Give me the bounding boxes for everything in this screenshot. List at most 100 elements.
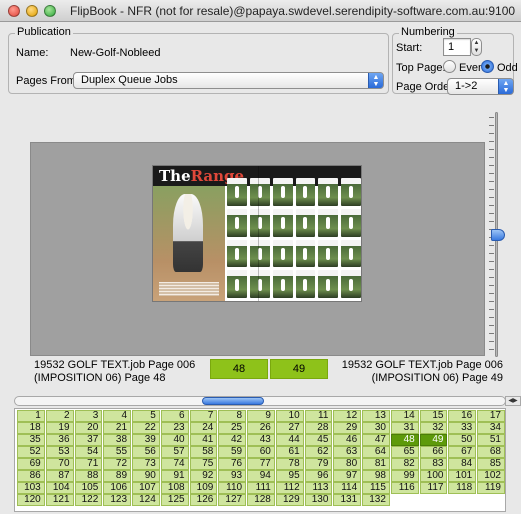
page-cell-132[interactable]: 132: [362, 494, 390, 506]
page-cell-69[interactable]: 69: [17, 458, 45, 470]
page-cell-27[interactable]: 27: [275, 422, 304, 434]
page-cell-41[interactable]: 41: [189, 434, 218, 446]
page-cell-59[interactable]: 59: [218, 446, 247, 458]
page-cell-90[interactable]: 90: [132, 470, 160, 482]
page-cell-17[interactable]: 17: [477, 410, 505, 422]
page-cell-40[interactable]: 40: [160, 434, 189, 446]
page-cell-29[interactable]: 29: [333, 422, 362, 434]
page-cell-7[interactable]: 7: [189, 410, 218, 422]
page-cell-19[interactable]: 19: [45, 422, 74, 434]
page-cell-15[interactable]: 15: [419, 410, 448, 422]
page-cell-45[interactable]: 45: [304, 434, 333, 446]
page-cell-62[interactable]: 62: [304, 446, 333, 458]
page-cell-53[interactable]: 53: [45, 446, 74, 458]
page-cell-66[interactable]: 66: [419, 446, 448, 458]
page-cell-95[interactable]: 95: [275, 470, 304, 482]
page-cell-106[interactable]: 106: [103, 482, 132, 494]
page-cell-52[interactable]: 52: [17, 446, 45, 458]
page-order-select[interactable]: 1->2 ▲ ▼: [447, 78, 514, 95]
page-cell-82[interactable]: 82: [390, 458, 419, 470]
page-cell-24[interactable]: 24: [189, 422, 218, 434]
zoom-window-button[interactable]: [44, 5, 56, 17]
page-cell-77[interactable]: 77: [247, 458, 275, 470]
page-cell-122[interactable]: 122: [74, 494, 103, 506]
page-cell-26[interactable]: 26: [247, 422, 275, 434]
page-cell-123[interactable]: 123: [103, 494, 132, 506]
page-cell-128[interactable]: 128: [247, 494, 275, 506]
page-cell-76[interactable]: 76: [218, 458, 247, 470]
page-cell-70[interactable]: 70: [45, 458, 74, 470]
page-cell-105[interactable]: 105: [74, 482, 103, 494]
page-cell-131[interactable]: 131: [333, 494, 362, 506]
page-cell-4[interactable]: 4: [103, 410, 132, 422]
horizontal-scrollbar[interactable]: [14, 396, 506, 406]
page-cell-33[interactable]: 33: [448, 422, 477, 434]
page-cell-74[interactable]: 74: [160, 458, 189, 470]
page-cell-47[interactable]: 47: [362, 434, 390, 446]
page-cell-5[interactable]: 5: [132, 410, 160, 422]
page-cell-96[interactable]: 96: [304, 470, 333, 482]
page-cell-57[interactable]: 57: [160, 446, 189, 458]
start-stepper[interactable]: ▲ ▼: [471, 38, 482, 56]
page-cell-64[interactable]: 64: [362, 446, 390, 458]
page-cell-25[interactable]: 25: [218, 422, 247, 434]
page-cell-78[interactable]: 78: [275, 458, 304, 470]
page-cell-101[interactable]: 101: [448, 470, 477, 482]
page-cell-120[interactable]: 120: [17, 494, 45, 506]
page-cell-10[interactable]: 10: [275, 410, 304, 422]
page-cell-84[interactable]: 84: [448, 458, 477, 470]
page-cell-2[interactable]: 2: [45, 410, 74, 422]
page-cell-79[interactable]: 79: [304, 458, 333, 470]
page-cell-121[interactable]: 121: [45, 494, 74, 506]
odd-radio[interactable]: [481, 60, 494, 73]
page-cell-107[interactable]: 107: [132, 482, 160, 494]
page-cell-35[interactable]: 35: [17, 434, 45, 446]
page-cell-113[interactable]: 113: [304, 482, 333, 494]
spread-thumbnail[interactable]: TheRange: [152, 165, 362, 302]
page-cell-14[interactable]: 14: [390, 410, 419, 422]
page-cell-58[interactable]: 58: [189, 446, 218, 458]
page-cell-115[interactable]: 115: [362, 482, 390, 494]
zoom-slider-thumb[interactable]: [491, 229, 505, 241]
page-cell-127[interactable]: 127: [218, 494, 247, 506]
page-cell-9[interactable]: 9: [247, 410, 275, 422]
page-cell-63[interactable]: 63: [333, 446, 362, 458]
page-cell-36[interactable]: 36: [45, 434, 74, 446]
page-cell-50[interactable]: 50: [448, 434, 477, 446]
minimize-window-button[interactable]: [26, 5, 38, 17]
page-cell-73[interactable]: 73: [132, 458, 160, 470]
page-cell-103[interactable]: 103: [17, 482, 45, 494]
page-cell-8[interactable]: 8: [218, 410, 247, 422]
page-cell-42[interactable]: 42: [218, 434, 247, 446]
page-cell-100[interactable]: 100: [419, 470, 448, 482]
page-cell-124[interactable]: 124: [132, 494, 160, 506]
page-cell-43[interactable]: 43: [247, 434, 275, 446]
left-page-number-box[interactable]: 48: [210, 359, 268, 379]
page-cell-83[interactable]: 83: [419, 458, 448, 470]
page-cell-116[interactable]: 116: [390, 482, 419, 494]
page-cell-28[interactable]: 28: [304, 422, 333, 434]
page-cell-1[interactable]: 1: [17, 410, 45, 422]
page-cell-88[interactable]: 88: [74, 470, 103, 482]
page-cell-32[interactable]: 32: [419, 422, 448, 434]
right-page-number-box[interactable]: 49: [270, 359, 328, 379]
even-radio[interactable]: [443, 60, 456, 73]
page-cell-108[interactable]: 108: [160, 482, 189, 494]
horizontal-scroll-thumb[interactable]: [202, 397, 264, 405]
page-cell-72[interactable]: 72: [103, 458, 132, 470]
page-cell-37[interactable]: 37: [74, 434, 103, 446]
page-cell-13[interactable]: 13: [362, 410, 390, 422]
page-cell-91[interactable]: 91: [160, 470, 189, 482]
page-cell-39[interactable]: 39: [132, 434, 160, 446]
page-cell-85[interactable]: 85: [477, 458, 505, 470]
page-cell-54[interactable]: 54: [74, 446, 103, 458]
page-cell-67[interactable]: 67: [448, 446, 477, 458]
page-cell-16[interactable]: 16: [448, 410, 477, 422]
page-cell-22[interactable]: 22: [132, 422, 160, 434]
page-cell-51[interactable]: 51: [477, 434, 505, 446]
page-cell-114[interactable]: 114: [333, 482, 362, 494]
page-cell-94[interactable]: 94: [247, 470, 275, 482]
page-cell-68[interactable]: 68: [477, 446, 505, 458]
page-cell-6[interactable]: 6: [160, 410, 189, 422]
page-cell-125[interactable]: 125: [160, 494, 189, 506]
